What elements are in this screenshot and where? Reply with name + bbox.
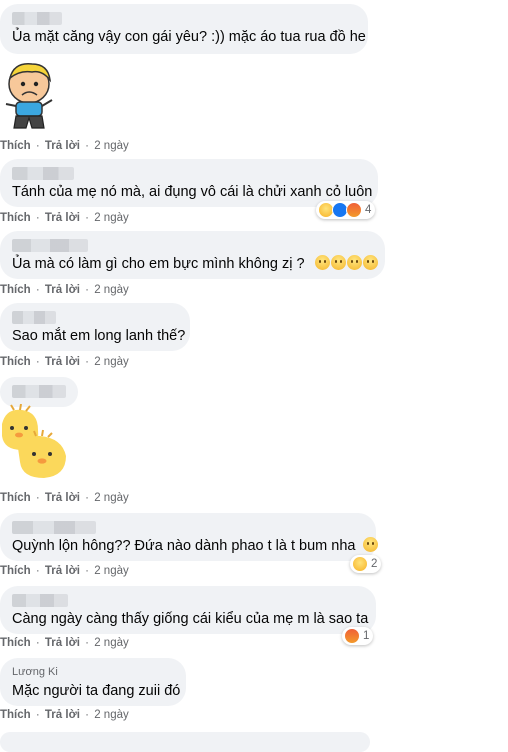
comment-text: Tánh của mẹ nó mà, ai đụng vô cái là chử…	[12, 184, 373, 200]
separator: ·	[35, 637, 40, 649]
comment-text: Mặc người ta đang zuii đó	[12, 683, 181, 699]
separator: ·	[85, 492, 89, 504]
timestamp[interactable]: 2 ngày	[94, 492, 129, 504]
comment-bubble: Càng ngày càng thấy giống cái kiểu của m…	[0, 586, 376, 634]
timestamp[interactable]: 2 ngày	[94, 356, 129, 368]
reply-button[interactable]: Trả lời	[45, 212, 80, 224]
separator: ·	[35, 709, 40, 721]
comment-bubble: Tánh của mẹ nó mà, ai đụng vô cái là chử…	[0, 159, 378, 207]
separator: ·	[35, 140, 40, 152]
commenter-name[interactable]	[12, 12, 62, 25]
separator: ·	[85, 212, 89, 224]
like-button[interactable]: Thích	[0, 637, 31, 649]
comment-actions: Thích · Trả lời · 2 ngày	[0, 284, 129, 296]
separator: ·	[85, 709, 89, 721]
reply-button[interactable]: Trả lời	[45, 637, 80, 649]
comment-actions: Thích · Trả lời · 2 ngày	[0, 709, 129, 721]
like-button[interactable]: Thích	[0, 140, 31, 152]
reply-button[interactable]: Trả lời	[45, 565, 80, 577]
like-button[interactable]: Thích	[0, 709, 31, 721]
separator: ·	[35, 284, 40, 296]
reply-button[interactable]: Trả lời	[45, 709, 80, 721]
thinking-emoji-icon	[314, 255, 330, 270]
comment-text: Ủa mặt căng vậy con gái yêu? :)) mặc áo …	[12, 29, 366, 45]
comment-bubble: Ủa mà có làm gì cho em bực mình không zị…	[0, 231, 385, 279]
reply-button[interactable]: Trả lời	[45, 284, 80, 296]
like-button[interactable]: Thích	[0, 492, 31, 504]
commenter-name[interactable]	[12, 167, 74, 180]
separator: ·	[85, 565, 89, 577]
like-button[interactable]: Thích	[0, 565, 31, 577]
reaction-count: 4	[365, 204, 372, 216]
timestamp[interactable]: 2 ngày	[94, 212, 129, 224]
separator: ·	[85, 284, 89, 296]
comment-text-row: Quỳnh lộn hông?? Đứa nào dành phao t là …	[12, 537, 378, 555]
commenter-name[interactable]	[12, 239, 88, 252]
commenter-name[interactable]: Lương Ki	[12, 666, 174, 679]
reply-button[interactable]: Trả lời	[45, 140, 80, 152]
reaction-summary[interactable]: 4	[316, 201, 376, 219]
reaction-summary[interactable]: 2	[350, 555, 382, 573]
comment-actions: Thích · Trả lời · 2 ngày	[0, 212, 129, 224]
angry-reaction-icon	[346, 202, 362, 218]
separator: ·	[85, 356, 89, 368]
reply-button[interactable]: Trả lời	[45, 492, 80, 504]
separator: ·	[35, 212, 40, 224]
haha-reaction-icon	[352, 556, 368, 572]
sticker-image	[2, 58, 56, 134]
comment-text-row: Ủa mà có làm gì cho em bực mình không zị…	[12, 255, 378, 273]
commenter-name[interactable]	[12, 385, 66, 398]
reaction-count: 2	[371, 558, 378, 570]
timestamp[interactable]: 2 ngày	[94, 284, 129, 296]
like-button[interactable]: Thích	[0, 356, 31, 368]
comment-text: Quỳnh lộn hông?? Đứa nào dành phao t là …	[12, 538, 356, 554]
separator: ·	[35, 492, 40, 504]
timestamp[interactable]: 2 ngày	[94, 565, 129, 577]
separator: ·	[85, 637, 89, 649]
angry-reaction-icon	[344, 628, 360, 644]
separator: ·	[85, 140, 89, 152]
thinking-emoji-icon	[346, 255, 362, 270]
comment-text: Càng ngày càng thấy giống cái kiểu của m…	[12, 611, 369, 627]
comment-bubble	[0, 732, 370, 752]
comment-actions: Thích · Trả lời · 2 ngày	[0, 492, 129, 504]
timestamp[interactable]: 2 ngày	[94, 140, 129, 152]
comment-actions: Thích · Trả lời · 2 ngày	[0, 140, 129, 152]
comment-actions: Thích · Trả lời · 2 ngày	[0, 637, 129, 649]
reaction-summary[interactable]: 1	[342, 627, 374, 645]
commenter-name[interactable]	[12, 521, 96, 534]
commenter-name[interactable]	[12, 594, 68, 607]
comment-text: Ủa mà có làm gì cho em bực mình không zị…	[12, 256, 305, 272]
timestamp[interactable]: 2 ngày	[94, 709, 129, 721]
rofl-emoji-icon	[362, 537, 378, 552]
separator: ·	[35, 565, 40, 577]
comment-bubble	[0, 377, 78, 407]
like-button[interactable]: Thích	[0, 212, 31, 224]
comment-bubble: Sao mắt em long lanh thế?	[0, 303, 190, 351]
comment-text: Sao mắt em long lanh thế?	[12, 328, 186, 344]
thinking-emoji-icon	[330, 255, 346, 270]
comment-actions: Thích · Trả lời · 2 ngày	[0, 356, 129, 368]
timestamp[interactable]: 2 ngày	[94, 637, 129, 649]
like-button[interactable]: Thích	[0, 284, 31, 296]
comment-actions: Thích · Trả lời · 2 ngày	[0, 565, 129, 577]
commenter-name[interactable]	[12, 311, 56, 324]
thinking-emoji-icon	[362, 255, 378, 270]
separator: ·	[35, 356, 40, 368]
sticker-image	[0, 403, 72, 484]
reaction-count: 1	[363, 630, 370, 642]
comment-bubble: Ủa mặt căng vậy con gái yêu? :)) mặc áo …	[0, 4, 368, 54]
comment-bubble: Quỳnh lộn hông?? Đứa nào dành phao t là …	[0, 513, 378, 561]
comment-bubble: Lương Ki Mặc người ta đang zuii đó	[0, 658, 186, 706]
reply-button[interactable]: Trả lời	[45, 356, 80, 368]
